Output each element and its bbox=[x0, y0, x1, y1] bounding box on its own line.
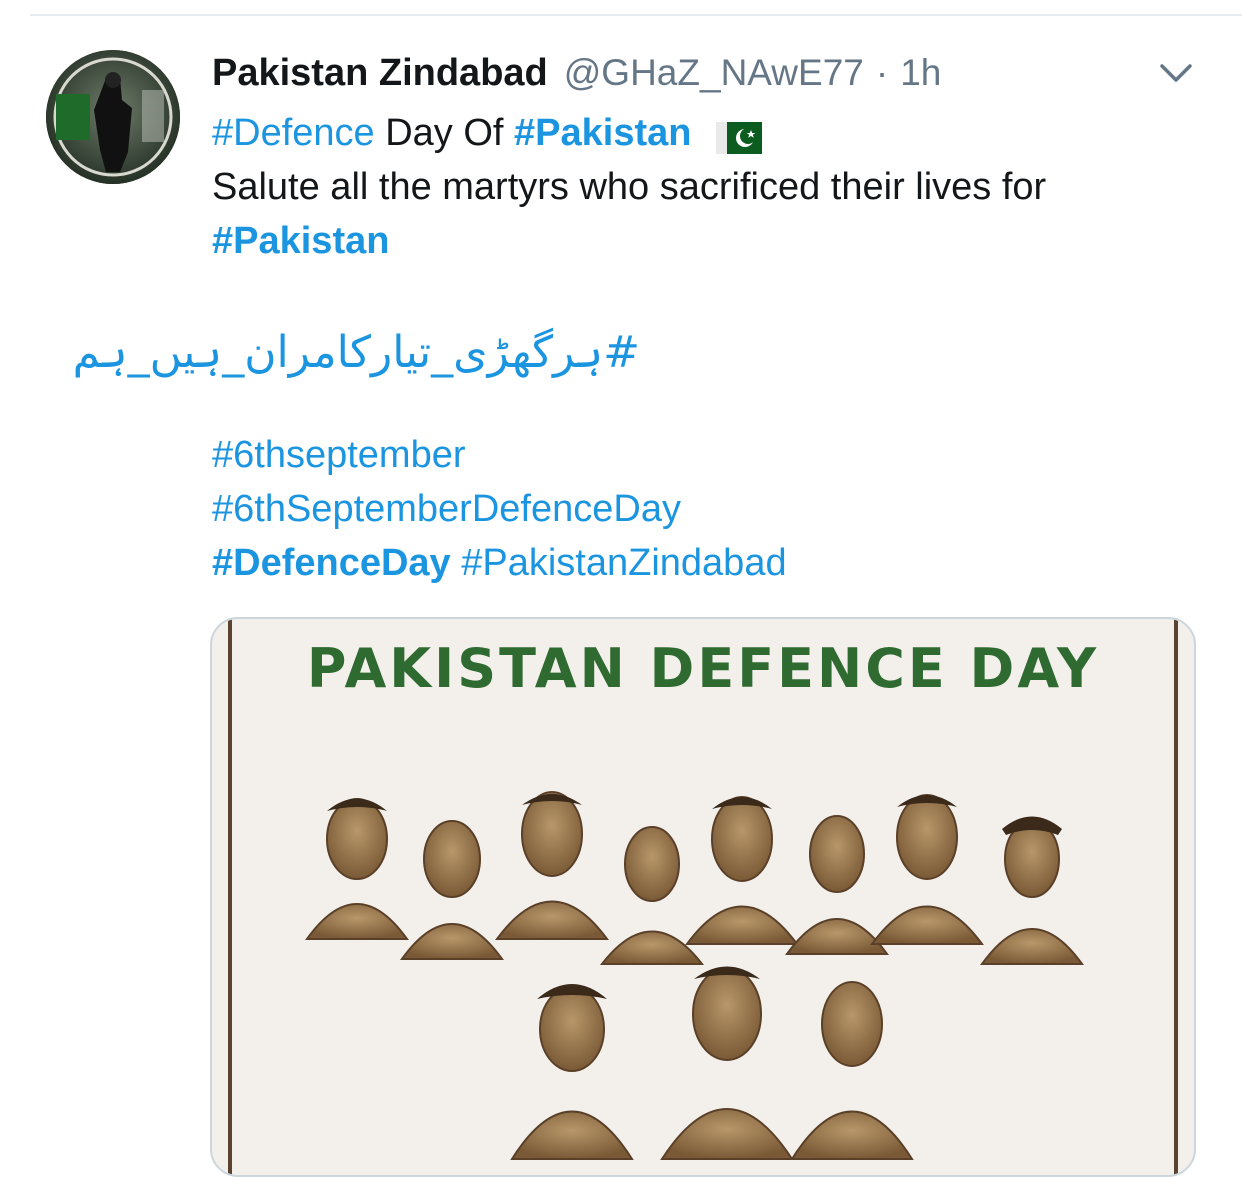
header-separator: · bbox=[875, 52, 889, 93]
hashtag-pakistanzindabad[interactable]: #PakistanZindabad bbox=[461, 542, 786, 584]
avatar-image bbox=[46, 50, 180, 184]
user-handle[interactable]: @GHaZ_NAwE77 bbox=[564, 52, 864, 94]
chevron-down-icon[interactable] bbox=[1156, 58, 1196, 88]
martyrs-portraits-illustration bbox=[305, 791, 1084, 1160]
hashtag-defence[interactable]: #Defence bbox=[212, 112, 375, 154]
pakistan-flag-icon bbox=[716, 115, 763, 154]
hashtag-pakistan-2[interactable]: #Pakistan bbox=[212, 220, 389, 262]
hashtag-line-3: #DefenceDay #PakistanZindabad bbox=[212, 536, 787, 590]
tweet-line-1: #Defence Day Of #Pakistan bbox=[212, 106, 1212, 160]
tweet-text: #Defence Day Of #Pakistan Salute all the… bbox=[212, 106, 1212, 268]
hashtag-line-1: #6thseptember bbox=[212, 428, 787, 482]
tweet-line-3: #Pakistan bbox=[212, 214, 1212, 268]
hashtag-defenceday[interactable]: #DefenceDay bbox=[212, 542, 451, 584]
hashtag-line-2: #6thSeptemberDefenceDay bbox=[212, 482, 787, 536]
tweet-media-image[interactable]: PAKISTAN DEFENCE DAY bbox=[210, 617, 1196, 1177]
hashtag-pakistan[interactable]: #Pakistan bbox=[514, 112, 691, 154]
hashtag-6thseptember[interactable]: #6thseptember bbox=[212, 434, 466, 476]
hashtag-list: #6thseptember #6thSeptemberDefenceDay #D… bbox=[212, 428, 787, 590]
tweet-header: Pakistan Zindabad @GHaZ_NAwE77 · 1h bbox=[212, 48, 941, 98]
hashtag-urdu[interactable]: #ہرگھڑی_تیارکامران_ہیں_ہم bbox=[73, 318, 640, 388]
tweet-line-2: Salute all the martyrs who sacrificed th… bbox=[212, 166, 1047, 208]
tweet-timestamp[interactable]: 1h bbox=[900, 52, 941, 94]
avatar[interactable] bbox=[46, 50, 180, 184]
display-name[interactable]: Pakistan Zindabad bbox=[212, 52, 548, 95]
hashtag-6thseptemberdefenceday[interactable]: #6thSeptemberDefenceDay bbox=[212, 488, 681, 530]
top-divider bbox=[30, 14, 1242, 16]
media-title: PAKISTAN DEFENCE DAY bbox=[306, 637, 1100, 700]
tweet-text-segment: Day Of bbox=[374, 112, 515, 154]
